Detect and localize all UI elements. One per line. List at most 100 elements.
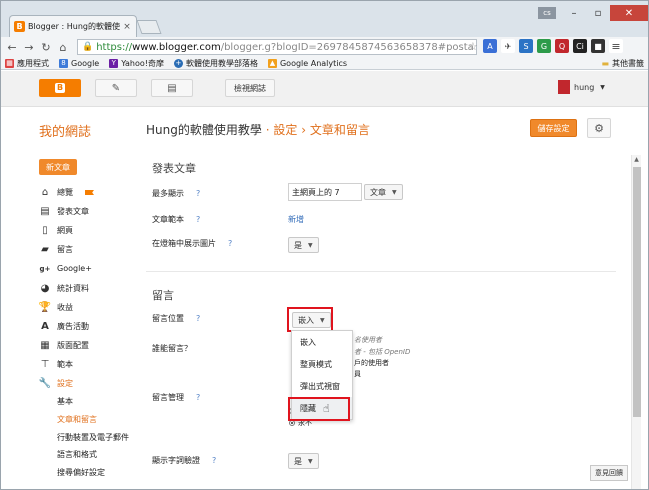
home-icon[interactable]: ⌂ <box>56 41 70 54</box>
sidebar-item-campaigns[interactable]: A 廣告活動 <box>39 317 139 336</box>
maximize-button[interactable]: ▫ <box>586 5 610 21</box>
chevron-down-icon: ▼ <box>308 241 313 249</box>
comments-section-title: 留言 <box>152 289 174 302</box>
scroll-up-icon[interactable]: ▲ <box>632 155 641 165</box>
dropdown-option-embedded[interactable]: 嵌入 <box>292 331 352 353</box>
bookmark-google-analytics[interactable]: ▲ Google Analytics <box>267 58 347 68</box>
sidebar-item-earnings[interactable]: 🏆 收益 <box>39 298 139 317</box>
blogger-toolbar: B ✎ ▤ 檢視網誌 hung ▼ <box>1 71 648 107</box>
captcha-select[interactable]: 是 ▼ <box>288 453 319 469</box>
captcha-row: 顯示字詞驗證 ? <box>152 456 217 465</box>
sidebar-subitem-basic[interactable]: 基本 <box>39 393 139 411</box>
breadcrumb-page: 文章和留言 <box>309 123 370 137</box>
sidebar-nav: ⌂ 總覽 ▤ 發表文章 ▯ 網頁 ▰ 留言 g+ Google+ ◕ 統計資料 🏆 收益 A廣… <box>39 183 139 481</box>
bookmark-tutorial-blog[interactable]: + 軟體使用教學部落格 <box>173 58 258 69</box>
stats-icon: ◕ <box>40 282 50 294</box>
new-tab-button[interactable] <box>136 20 162 34</box>
sidebar-item-pages[interactable]: ▯ 網頁 <box>39 221 139 240</box>
blogger-home-button[interactable]: B <box>39 79 81 97</box>
dropdown-option-full-page[interactable]: 整頁模式 <box>292 353 352 375</box>
minimize-button[interactable]: – <box>562 5 586 21</box>
hand-cursor-icon: ☝ <box>323 402 330 415</box>
gear-icon[interactable]: ⚙ <box>587 118 611 138</box>
show-at-most-unit-select[interactable]: 文章 ▼ <box>364 184 403 200</box>
browser-tab[interactable]: B Blogger : Hung的軟體使 × <box>9 15 137 37</box>
lightbox-row: 在燈箱中展示圖片 ? <box>152 239 233 248</box>
breadcrumb-blog[interactable]: Hung的軟體使用教學 <box>146 123 262 137</box>
save-settings-button[interactable]: 儲存設定 <box>530 119 577 137</box>
add-template-link[interactable]: 新增 <box>288 214 304 225</box>
apps-icon: ▦ <box>5 58 14 68</box>
sidebar-item-overview[interactable]: ⌂ 總覽 <box>39 183 139 202</box>
help-icon[interactable]: ? <box>228 239 232 248</box>
navigation-bar: ← → ↻ ⌂ 🔒 https:// www.blogger.com /blog… <box>1 37 648 57</box>
vertical-scrollbar[interactable]: ▲ <box>631 155 641 489</box>
sidebar-item-posts[interactable]: ▤ 發表文章 <box>39 202 139 221</box>
view-blog-button[interactable]: 檢視網誌 <box>225 79 275 97</box>
user-menu[interactable]: hung ▼ <box>558 80 605 94</box>
q-extension-icon[interactable]: Q <box>555 39 569 53</box>
posts-section-title: 發表文章 <box>152 162 196 175</box>
scroll-thumb[interactable] <box>633 167 641 417</box>
breadcrumb-settings[interactable]: 設定 <box>273 123 297 137</box>
show-at-most-input[interactable]: 主網頁上的 7 <box>288 183 362 201</box>
close-window-button[interactable]: ✕ <box>610 5 648 21</box>
new-post-pencil-button[interactable]: ✎ <box>95 79 137 97</box>
feedback-button[interactable]: 意見回饋 <box>590 465 628 481</box>
url-path: /blogger.g?blogID=2697845874563658378#po… <box>220 41 474 53</box>
earnings-icon: 🏆 <box>38 301 52 313</box>
tool-extension-icon[interactable]: ✈ <box>501 39 515 53</box>
reload-icon[interactable]: ↻ <box>39 41 53 54</box>
bookmark-star-icon[interactable]: ☆ <box>468 40 478 53</box>
comments-icon: ▰ <box>41 244 49 256</box>
sidebar-subitem-mobile-email[interactable]: 行動裝置及電子郵件 <box>39 428 139 446</box>
yahoo-icon: Y <box>109 58 119 68</box>
sidebar-item-settings[interactable]: 🔧 設定 <box>39 374 139 393</box>
layout-icon: ▦ <box>40 339 50 351</box>
bookmarks-bar: ▦ 應用程式 8 Google Y Yahoo!奇摩 + 軟體使用教學部落格 ▲… <box>1 57 648 70</box>
help-icon[interactable]: ? <box>196 393 200 402</box>
other-bookmarks[interactable]: ▬ 其他書籤 <box>601 58 644 69</box>
sidebar-subitem-posts-comments[interactable]: 文章和留言 <box>39 411 139 429</box>
who-hint-2: 者 - 包括 OpenID <box>354 348 411 356</box>
posts-list-button[interactable]: ▤ <box>151 79 193 97</box>
breadcrumb: Hung的軟體使用教學 · 設定 › 文章和留言 <box>146 123 370 137</box>
help-icon[interactable]: ? <box>196 189 200 198</box>
tab-close-icon[interactable]: × <box>122 22 132 32</box>
blogger-page: B ✎ ▤ 檢視網誌 hung ▼ 我的網誌 Hung的軟體使用教學 · 設定 … <box>1 71 648 489</box>
chevron-down-icon: ▼ <box>308 457 313 465</box>
bookmark-google[interactable]: 8 Google <box>59 58 99 68</box>
profile-badge[interactable]: cs <box>538 7 556 19</box>
sidebar-item-template[interactable]: ⊤ 範本 <box>39 355 139 374</box>
dropdown-option-popup[interactable]: 彈出式視窗 <box>292 375 352 397</box>
help-icon[interactable]: ? <box>196 215 200 224</box>
ci-extension-icon[interactable]: Ci <box>573 39 587 53</box>
lightbox-select[interactable]: 是 ▼ <box>288 237 319 253</box>
back-arrow-icon[interactable]: ← <box>5 41 19 54</box>
bookmark-apps[interactable]: ▦ 應用程式 <box>5 58 49 69</box>
blog-name[interactable]: 我的網誌 <box>39 121 91 140</box>
help-icon[interactable]: ? <box>196 314 200 323</box>
sidebar-item-comments[interactable]: ▰ 留言 <box>39 240 139 259</box>
sidebar-subitem-language[interactable]: 語言和格式 <box>39 446 139 464</box>
sidebar-item-layout[interactable]: ▦ 版面配置 <box>39 336 139 355</box>
help-icon[interactable]: ? <box>212 456 216 465</box>
pencil-icon: ✎ <box>111 82 121 94</box>
chevron-down-icon: ▼ <box>392 188 397 196</box>
menu-icon[interactable]: ≡ <box>609 39 623 53</box>
sidebar-subitem-search[interactable]: 搜尋偏好設定 <box>39 464 139 482</box>
new-post-button[interactable]: 新文章 <box>39 159 77 175</box>
forward-arrow-icon[interactable]: → <box>22 41 36 54</box>
bookmark-yahoo[interactable]: Y Yahoo!奇摩 <box>109 58 164 69</box>
address-bar[interactable]: 🔒 https:// www.blogger.com /blogger.g?bl… <box>77 39 477 55</box>
captcha-control: 是 ▼ <box>288 453 319 469</box>
s-extension-icon[interactable]: S <box>519 39 533 53</box>
window-controls: cs – ▫ ✕ <box>538 5 648 21</box>
sidebar-item-stats[interactable]: ◕ 統計資料 <box>39 278 139 297</box>
g-extension-icon[interactable]: G <box>537 39 551 53</box>
translate-extension-icon[interactable]: A <box>483 39 497 53</box>
flag-icon <box>85 190 94 196</box>
dark-extension-icon[interactable]: ■ <box>591 39 605 53</box>
avatar <box>558 80 570 94</box>
sidebar-item-gplus[interactable]: g+ Google+ <box>39 259 139 278</box>
